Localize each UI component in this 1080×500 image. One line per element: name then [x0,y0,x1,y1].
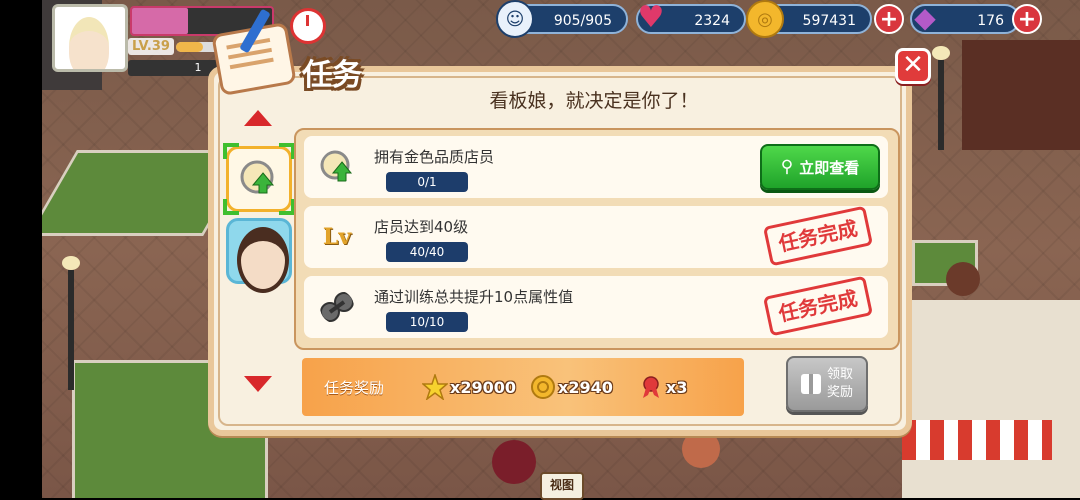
star-amount: x29000 [450,377,516,397]
task-progress: 0/1 [386,172,468,192]
side-tab-upgrade[interactable] [223,143,295,215]
view-now-label: 立即查看 [799,158,860,177]
gold-upgrade-icon [320,150,353,182]
add-gems-button[interactable]: + [1012,4,1042,34]
coin-icon [531,375,555,399]
character-portrait-icon [237,227,289,293]
task-progress: 10/10 [386,312,468,332]
task-complete-stamp: 任务完成 [762,275,874,337]
gem-icon: ◆ [914,0,936,34]
ribbon-amount: x3 [666,377,688,397]
side-tab-character[interactable] [226,218,292,293]
task-row: 通过训练总共提升10点属性值 10/10 任务完成 [304,275,888,338]
task-complete-stamp: 任务完成 [762,205,874,267]
search-icon: ⚲ [780,157,794,177]
pink-progress-fill [132,8,188,34]
dumbbell-icon [320,292,354,322]
task-title: 拥有金色品质店员 [374,148,495,166]
stamina-value: 905/905 [553,13,612,29]
task-subtitle: 看板娘，就决定是你了！ [489,90,699,112]
claim-label-line1: 领取 [826,367,853,382]
task-title: 店员达到40级 [374,218,469,236]
coin-icon: ◎ [746,0,784,38]
coins-value: 597431 [802,13,856,29]
hearts-value: 2324 [694,13,730,29]
task-list: 拥有金色品质店员 0/1 ⚲ 立即查看 Lv 店员达到40级 40/40 任务完… [294,128,900,350]
building [962,40,1080,150]
heart-icon: ♥ [637,0,665,35]
reward-bar: 任务奖励 x29000 x2940 x3 [302,358,744,416]
task-row: Lv 店员达到40级 40/40 任务完成 [304,205,888,268]
claim-reward-button[interactable]: 领取 奖励 [786,356,868,412]
task-title: 通过训练总共提升10点属性值 [374,288,574,306]
gems-value: 176 [977,13,1004,29]
npc-character [492,440,536,484]
building-awning [902,420,1052,460]
scroll-up-arrow-icon[interactable] [244,110,272,126]
star-icon [422,374,448,400]
task-progress: 40/40 [386,242,468,262]
street-lamp [62,256,80,390]
close-button[interactable]: ✕ [895,48,931,84]
task-book-icon [211,8,297,97]
reward-coin: x2940 [530,372,613,402]
view-sign[interactable]: 视图 [540,472,584,500]
street-lamp [932,46,950,150]
claim-label: 领取 奖励 [827,366,853,402]
npc-character [946,262,980,296]
view-now-button[interactable]: ⚲ 立即查看 [760,144,880,190]
clock-icon[interactable] [290,8,326,44]
scroll-down-arrow-icon[interactable] [244,376,272,392]
coin-amount: x2940 [558,377,613,397]
stamina-face-icon: ☺ [496,0,534,38]
reward-label: 任务奖励 [324,379,385,397]
player-level: LV.39 [128,38,174,55]
reward-ribbon: x3 [638,372,687,402]
task-row: 拥有金色品质店员 0/1 ⚲ 立即查看 [304,136,888,198]
add-coins-button[interactable]: + [874,4,904,34]
avatar-portrait [69,17,109,69]
claim-label-line2: 奖励 [826,385,853,400]
level-icon: Lv [322,224,352,250]
player-avatar[interactable] [52,4,128,72]
building [902,300,1080,498]
gift-icon [800,374,821,394]
gold-upgrade-icon [240,160,275,194]
ribbon-icon [643,376,659,398]
reward-star: x29000 [422,372,516,402]
